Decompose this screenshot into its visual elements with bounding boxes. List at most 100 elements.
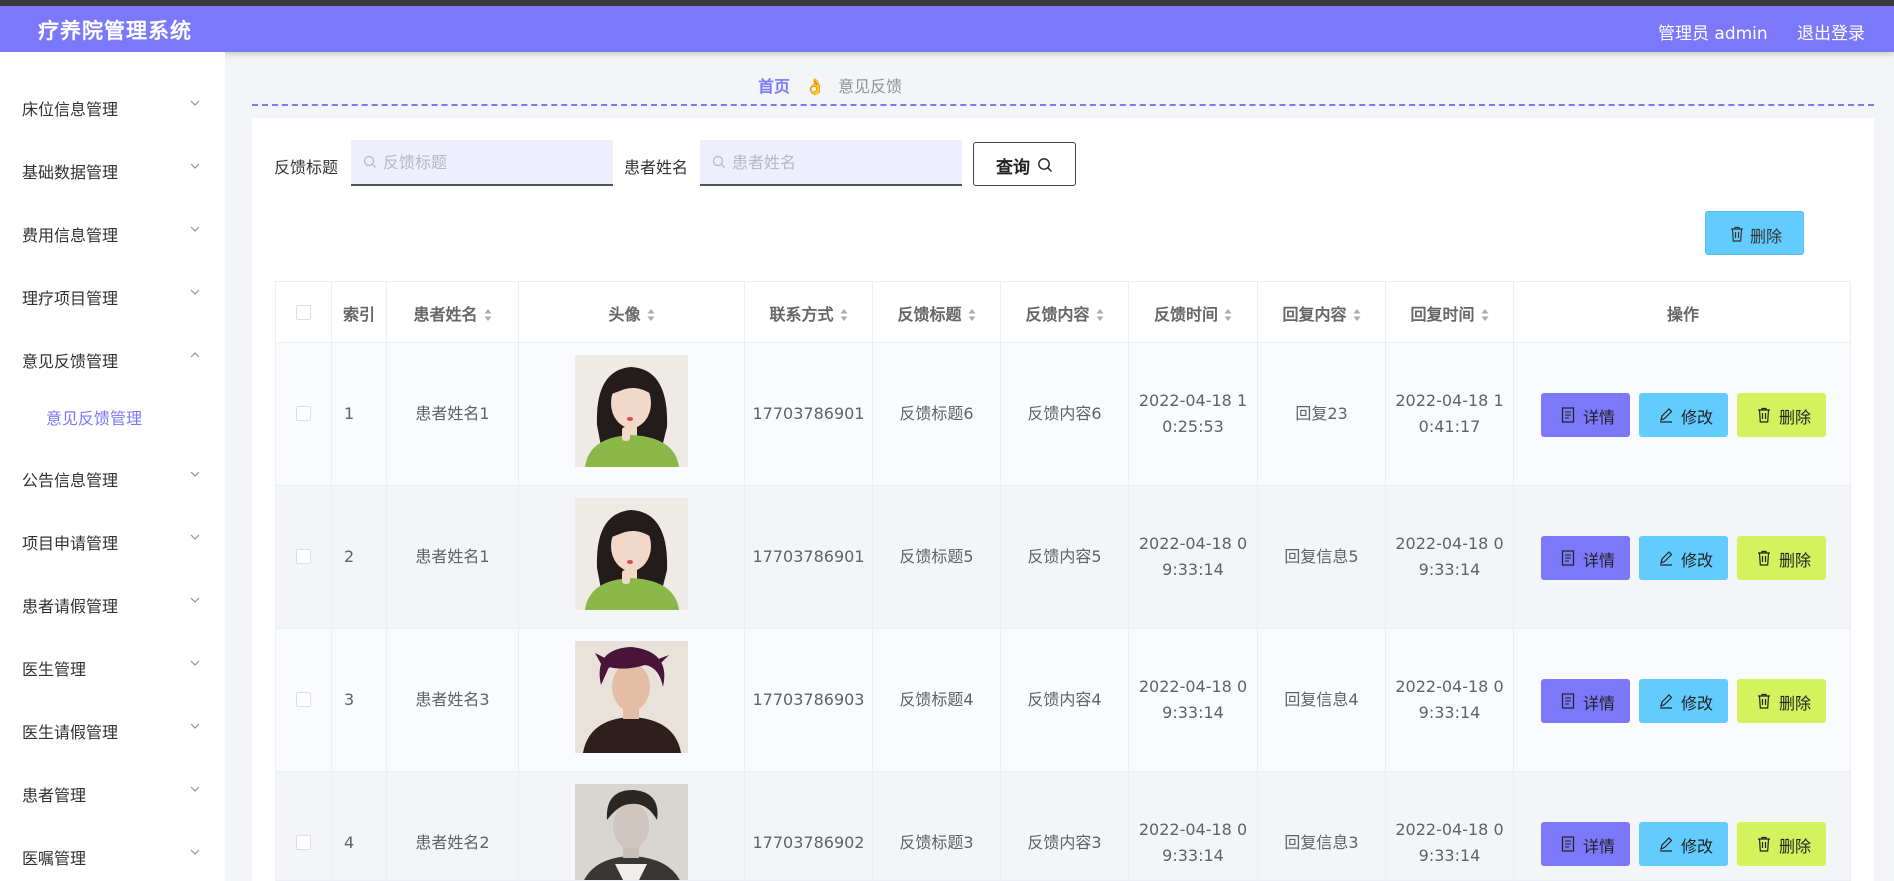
header-actions-label: 操作 [1666, 305, 1699, 324]
feedback-title-input[interactable] [383, 140, 605, 184]
edit-icon [1660, 551, 1673, 566]
cell-patient-name: 患者姓名2 [387, 772, 519, 880]
cell-feedback-time-line2: 9:33:14 [1162, 846, 1224, 865]
sidebar-item-doctor-leave[interactable]: 医生请假管理 [0, 709, 225, 749]
batch-delete-button[interactable]: 删除 [1705, 211, 1804, 255]
cell-feedback-time: 2022-04-18 0 9:33:14 [1129, 629, 1258, 772]
cell-reply-content-text: 回复23 [1295, 404, 1348, 423]
edit-button[interactable]: 修改 [1639, 679, 1728, 723]
detail-button[interactable]: 详情 [1541, 679, 1630, 723]
cell-phone-text: 17703786901 [752, 404, 865, 423]
edit-button[interactable]: 修改 [1639, 536, 1728, 580]
patient-name-field [700, 140, 962, 186]
sidebar-subitem-feedback[interactable]: 意见反馈管理 [0, 395, 225, 435]
sidebar-item-project-apply[interactable]: 项目申请管理 [0, 520, 225, 560]
edit-button-label: 修改 [1681, 408, 1714, 427]
row-checkbox[interactable] [296, 692, 311, 707]
sidebar-item-medical-order[interactable]: 医嘱管理 [0, 835, 225, 875]
edit-button[interactable]: 修改 [1639, 393, 1728, 437]
header-index-label: 索引 [342, 305, 375, 324]
detail-button[interactable]: 详情 [1541, 822, 1630, 866]
logout-link[interactable]: 退出登录 [1797, 19, 1865, 44]
cell-reply-time: 2022-04-18 0 9:33:14 [1386, 772, 1514, 880]
chevron-down-icon [190, 471, 200, 477]
breadcrumb-home[interactable]: 首页 [758, 77, 790, 96]
header-avatar[interactable]: 头像 [519, 282, 745, 343]
sidebar-item-notice[interactable]: 公告信息管理 [0, 457, 225, 497]
patient-avatar-image[interactable] [575, 498, 688, 610]
sidebar-item-patient[interactable]: 患者管理 [0, 772, 225, 812]
trash-icon [1731, 226, 1743, 242]
sidebar-item-fees[interactable]: 费用信息管理 [0, 212, 225, 252]
header-reply-time[interactable]: 回复时间 [1386, 282, 1514, 343]
sort-icon [840, 308, 847, 321]
sidebar-item-doctor[interactable]: 医生管理 [0, 646, 225, 686]
row-select-cell [276, 629, 332, 772]
delete-button-label: 删除 [1779, 551, 1812, 570]
chevron-down-icon [190, 786, 200, 792]
header-feedback-title[interactable]: 反馈标题 [873, 282, 1001, 343]
patient-avatar-image[interactable] [575, 641, 688, 753]
cell-patient-name-text: 患者姓名1 [415, 547, 490, 566]
trash-icon [1758, 693, 1770, 709]
delete-button[interactable]: 删除 [1737, 822, 1826, 866]
cell-feedback-title-text: 反馈标题6 [899, 404, 974, 423]
cell-index: 4 [332, 772, 387, 880]
cell-avatar [519, 629, 745, 772]
document-icon [1561, 550, 1575, 566]
sort-icon [1353, 308, 1360, 321]
table-row: 3 患者姓名3 17703786903 反馈标题4 反馈内容4 2022-04-… [276, 629, 1850, 772]
cell-reply-time-line1: 2022-04-18 1 [1395, 391, 1504, 410]
cell-reply-time-line1: 2022-04-18 0 [1395, 677, 1504, 696]
current-user: 管理员 admin [1658, 24, 1768, 44]
sidebar-item-bed[interactable]: 床位信息管理 [0, 86, 225, 126]
cell-reply-time-line1: 2022-04-18 0 [1395, 820, 1504, 839]
delete-button-label: 删除 [1779, 694, 1812, 713]
sidebar-item-therapy[interactable]: 理疗项目管理 [0, 275, 225, 315]
detail-button[interactable]: 详情 [1541, 536, 1630, 580]
sidebar: 床位信息管理 基础数据管理 费用信息管理 理疗项目管理 意见反馈管理 意见反馈管… [0, 52, 225, 881]
row-checkbox[interactable] [296, 549, 311, 564]
cell-feedback-time-line1: 2022-04-18 0 [1138, 820, 1248, 839]
trash-icon [1758, 407, 1770, 423]
sidebar-item-label: 患者管理 [22, 786, 87, 805]
header-reply-content[interactable]: 回复内容 [1258, 282, 1386, 343]
select-all-checkbox[interactable] [296, 305, 311, 320]
edit-button-label: 修改 [1681, 551, 1714, 570]
sidebar-item-label: 理疗项目管理 [22, 289, 119, 308]
header-feedback-content[interactable]: 反馈内容 [1001, 282, 1129, 343]
sidebar-item-patient-leave[interactable]: 患者请假管理 [0, 583, 225, 623]
chevron-down-icon [190, 289, 200, 295]
edit-button[interactable]: 修改 [1639, 822, 1728, 866]
delete-button[interactable]: 删除 [1737, 536, 1826, 580]
cell-patient-name: 患者姓名1 [387, 343, 519, 486]
sidebar-item-base-data[interactable]: 基础数据管理 [0, 149, 225, 189]
header-bar: 疗养院管理系统 管理员 admin 退出登录 [0, 6, 1894, 52]
header-feedback-time[interactable]: 反馈时间 [1129, 282, 1258, 343]
detail-button-label: 详情 [1583, 694, 1616, 713]
cell-feedback-content: 反馈内容4 [1001, 629, 1129, 772]
row-checkbox[interactable] [296, 406, 311, 421]
delete-button[interactable]: 删除 [1737, 393, 1826, 437]
header-select-all-cell [276, 282, 332, 343]
sidebar-item-feedback[interactable]: 意见反馈管理 [0, 338, 225, 378]
batch-delete-label: 删除 [1750, 227, 1783, 246]
detail-button[interactable]: 详情 [1541, 393, 1630, 437]
search-icon [1038, 158, 1052, 172]
header-phone[interactable]: 联系方式 [745, 282, 873, 343]
patient-name-input[interactable] [732, 140, 954, 184]
header-patient-name[interactable]: 患者姓名 [387, 282, 519, 343]
chevron-down-icon [190, 226, 200, 232]
cell-reply-time-line2: 9:33:14 [1418, 703, 1481, 722]
ok-hand-icon: 👌 [805, 77, 826, 96]
sidebar-item-label: 公告信息管理 [22, 471, 119, 490]
patient-avatar-image[interactable] [575, 784, 688, 881]
trash-icon [1758, 836, 1770, 852]
cell-feedback-time-line1: 2022-04-18 0 [1138, 534, 1248, 553]
cell-feedback-title-text: 反馈标题4 [899, 690, 974, 709]
query-button[interactable]: 查询 [973, 142, 1076, 186]
patient-avatar-image[interactable] [575, 355, 688, 467]
row-checkbox[interactable] [296, 835, 311, 850]
delete-button[interactable]: 删除 [1737, 679, 1826, 723]
cell-reply-time-line1: 2022-04-18 0 [1395, 534, 1504, 553]
